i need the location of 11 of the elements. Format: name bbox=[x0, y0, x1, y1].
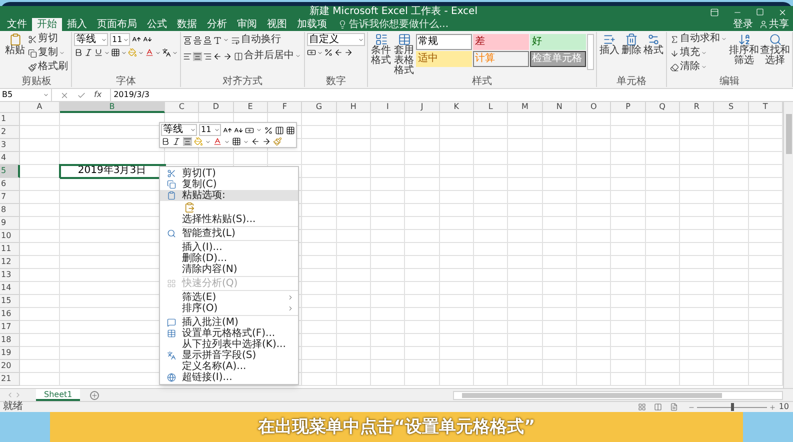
group-label: 对齐方式 bbox=[222, 76, 262, 87]
group-label: 编辑 bbox=[720, 76, 740, 87]
group-label: 剪贴板 bbox=[22, 76, 52, 87]
subtitle-text: 在出现菜单中点击“设置单元格格式” bbox=[258, 418, 536, 436]
group-label: 单元格 bbox=[616, 76, 646, 87]
group-label: 样式 bbox=[472, 76, 492, 87]
window-title: 新建 Microsoft Excel 工作表 - Excel bbox=[310, 7, 478, 17]
group-label: 字体 bbox=[116, 76, 136, 87]
group-label: 数字 bbox=[326, 76, 346, 87]
zoom-level: 10 bbox=[778, 403, 789, 411]
status-text: 就绪 bbox=[2, 402, 23, 412]
